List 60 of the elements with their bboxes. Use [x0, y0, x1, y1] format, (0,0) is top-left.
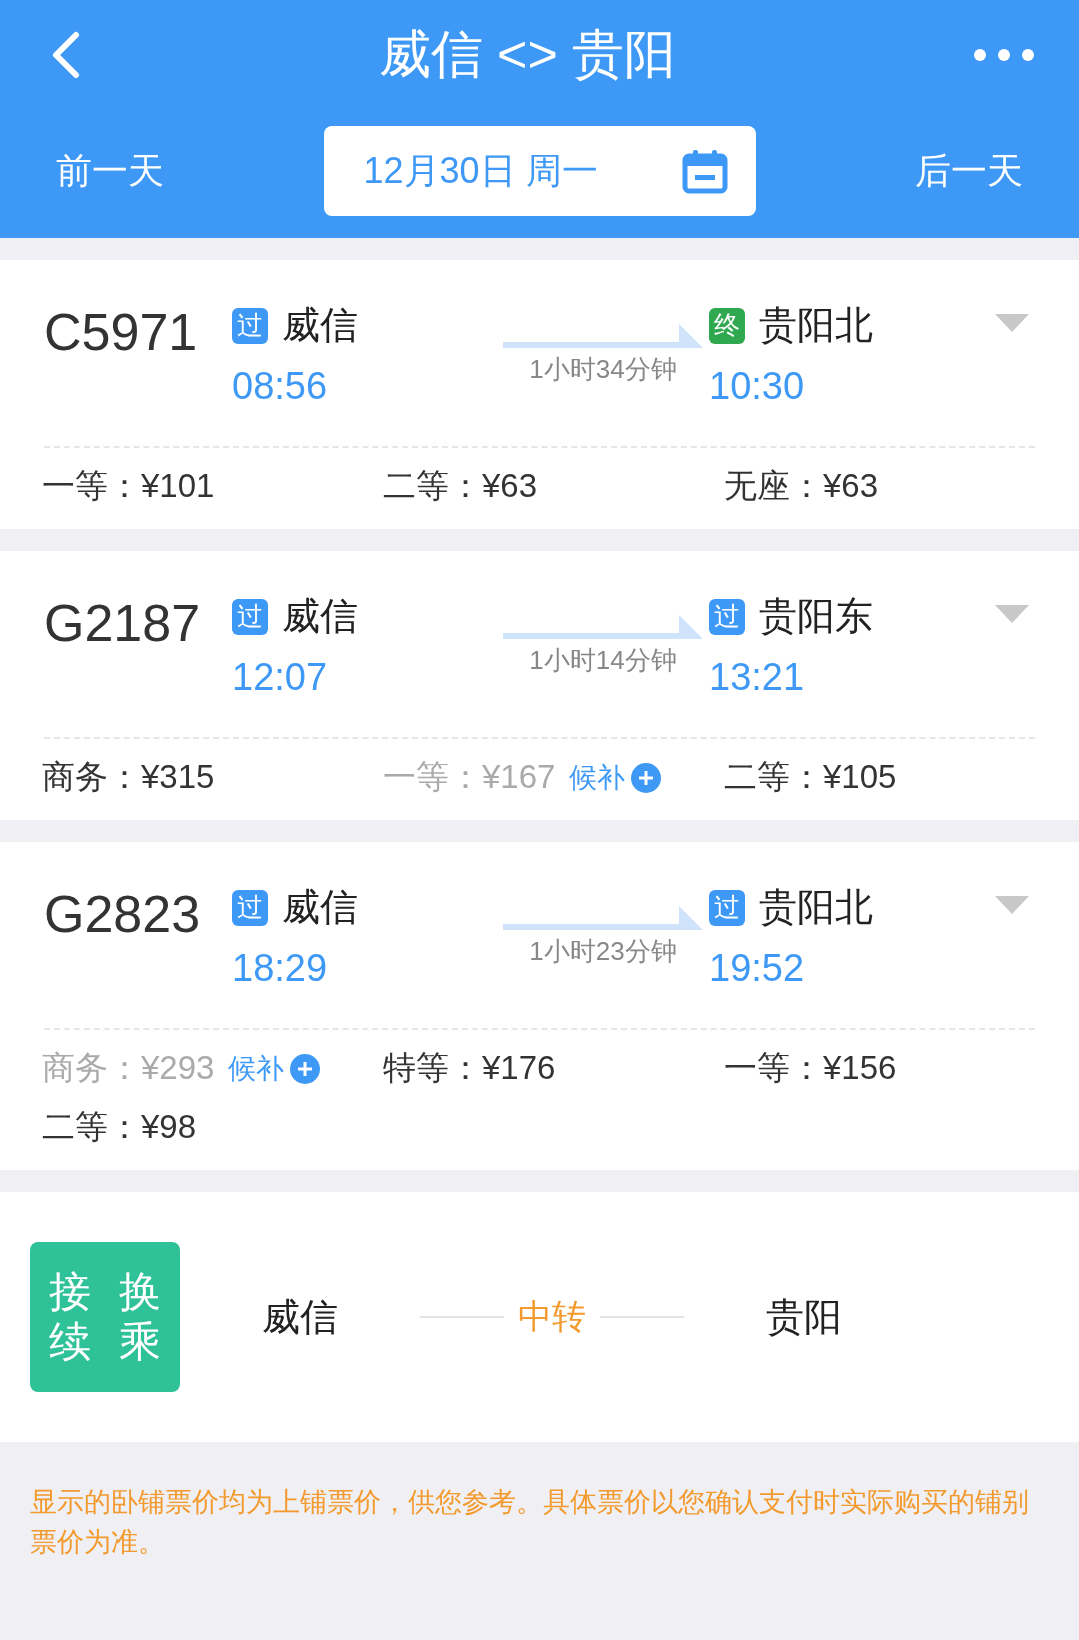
seat-price: 二等：¥63	[383, 466, 538, 506]
station-tag: 过	[709, 889, 745, 926]
seat-price: 一等：¥101	[42, 466, 215, 506]
badge-label: 接续	[49, 1266, 91, 1367]
time: 12:07	[232, 656, 329, 699]
arrow-icon	[503, 906, 703, 932]
seat-price: 一等：¥156	[724, 1048, 897, 1088]
more-icon[interactable]	[973, 48, 1035, 62]
station-tag: 过	[709, 598, 745, 635]
station-tag: 终	[709, 307, 745, 344]
waitlist-button[interactable]: 候补	[569, 758, 662, 797]
seat-price: 商务：¥315	[42, 757, 215, 797]
plus-icon	[290, 1053, 321, 1084]
time: 19:52	[709, 947, 806, 990]
station-tag: 过	[232, 889, 268, 926]
station-tag: 过	[232, 307, 268, 344]
train-card[interactable]: G2187 过 威信 12:07 1小时14分钟 过 贵阳东 13:21 商务：¥315 一等：¥167 候补 二等：¥105	[0, 551, 1079, 820]
origin-city: 威信	[261, 1294, 339, 1340]
dropdown-icon[interactable]	[995, 314, 1029, 332]
waitlist-button[interactable]: 候补	[228, 1049, 321, 1088]
time: 13:21	[709, 656, 806, 699]
train-number: G2187	[44, 593, 202, 653]
station-name: 贵阳北	[759, 885, 873, 930]
badge-label: 换乘	[119, 1266, 161, 1367]
plus-icon	[631, 762, 662, 793]
station-name: 贵阳东	[759, 594, 873, 639]
duration: 1小时23分钟	[529, 935, 677, 968]
time: 08:56	[232, 365, 329, 408]
destination-city: 贵阳	[765, 1294, 843, 1340]
calendar-icon	[681, 148, 728, 194]
arrow-icon	[503, 615, 703, 641]
train-card[interactable]: G2823 过 威信 18:29 1小时23分钟 过 贵阳北 19:52 商务：¥293 候补 特等：¥176 一等：¥156 二等：¥98	[0, 842, 1079, 1170]
dropdown-icon[interactable]	[995, 896, 1029, 914]
seat-price: 特等：¥176	[383, 1048, 556, 1088]
next-day-button[interactable]: 后一天	[859, 146, 1079, 196]
duration: 1小时14分钟	[529, 644, 677, 677]
station-name: 威信	[282, 303, 358, 348]
previous-day-button[interactable]: 前一天	[0, 146, 220, 196]
time: 10:30	[709, 365, 806, 408]
date-picker[interactable]: 12月30日 周一	[323, 126, 756, 216]
seat-price: 商务：¥293	[42, 1048, 215, 1088]
seat-price: 二等：¥105	[724, 757, 897, 797]
time: 18:29	[232, 947, 329, 990]
station-name: 贵阳北	[759, 303, 873, 348]
seat-price: 无座：¥63	[724, 466, 879, 506]
seat-price: 二等：¥98	[42, 1107, 197, 1147]
train-card[interactable]: C5971 过 威信 08:56 1小时34分钟 终 贵阳北 10:30 一等：¥101 二等：¥63 无座：¥63	[0, 260, 1079, 529]
train-number: G2823	[44, 884, 202, 944]
station-name: 威信	[282, 885, 358, 930]
transfer-label: 中转	[517, 1296, 587, 1337]
price-note: 显示的卧铺票价均为上铺票价，供您参考。具体票价以您确认支付时实际购买的铺别票价为准。	[29, 1486, 1030, 1559]
train-number: C5971	[44, 302, 199, 362]
page-title: 威信 <> 贵阳	[378, 24, 677, 85]
seat-price: 一等：¥167	[383, 757, 556, 797]
duration: 1小时34分钟	[529, 353, 677, 386]
arrow-icon	[503, 324, 703, 350]
station-name: 威信	[282, 594, 358, 639]
transfer-card[interactable]: 接续 换乘 威信 中转 贵阳	[0, 1192, 1079, 1442]
station-tag: 过	[232, 598, 268, 635]
dropdown-icon[interactable]	[995, 605, 1029, 623]
